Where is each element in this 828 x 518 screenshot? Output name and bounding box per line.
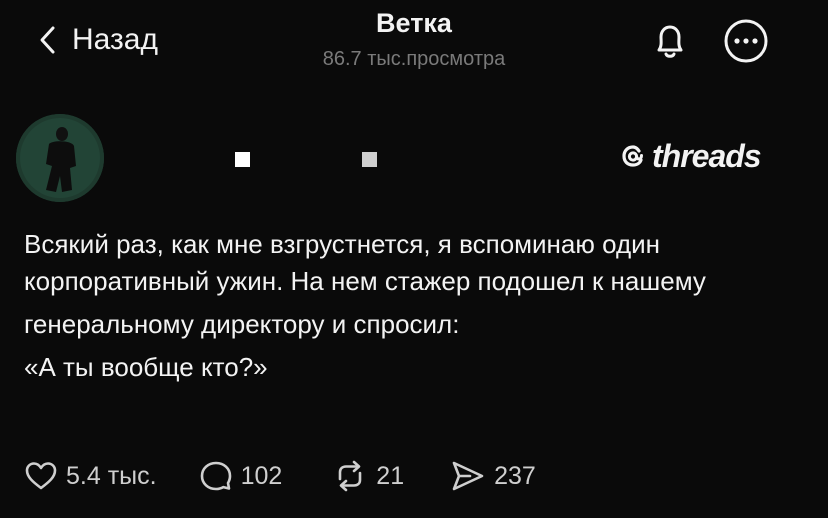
threads-logo: threads <box>618 137 762 174</box>
repost-button[interactable]: 21 <box>332 459 404 493</box>
post-text: Всякий раз, как мне взгрустнется, я вспо… <box>24 226 814 386</box>
send-icon <box>452 461 484 491</box>
more-horizontal-icon <box>724 19 768 63</box>
like-count: 5.4 тыс. <box>66 461 157 490</box>
post-paragraph: Всякий раз, как мне взгрустнется, я вспо… <box>24 229 706 296</box>
share-button[interactable]: 237 <box>450 459 536 493</box>
view-count: 86.7 тыс.просмотра <box>322 48 506 70</box>
threads-at-icon <box>622 145 643 167</box>
notifications-button[interactable] <box>648 19 692 63</box>
post-actions: 5.4 тыс. 102 21 237 <box>24 456 536 496</box>
comment-count: 102 <box>240 461 283 490</box>
redacted-block <box>235 152 250 167</box>
comment-icon <box>200 461 231 491</box>
post-paragraph: генеральному директору и спросил: <box>24 309 460 339</box>
repost-icon <box>338 460 362 492</box>
more-options-button[interactable] <box>722 17 770 65</box>
comment-button[interactable]: 102 <box>199 459 283 493</box>
repost-count: 21 <box>376 461 405 490</box>
avatar[interactable] <box>16 114 104 202</box>
bell-icon <box>657 25 683 58</box>
page-title: Ветка <box>376 8 452 38</box>
post-paragraph: «А ты вообще кто?» <box>24 352 268 382</box>
avatar-image <box>16 114 104 202</box>
heart-icon <box>25 462 57 490</box>
share-count: 237 <box>494 461 536 490</box>
redacted-block <box>362 152 377 167</box>
like-button[interactable]: 5.4 тыс. <box>24 460 157 492</box>
brand-name: threads <box>652 137 762 174</box>
